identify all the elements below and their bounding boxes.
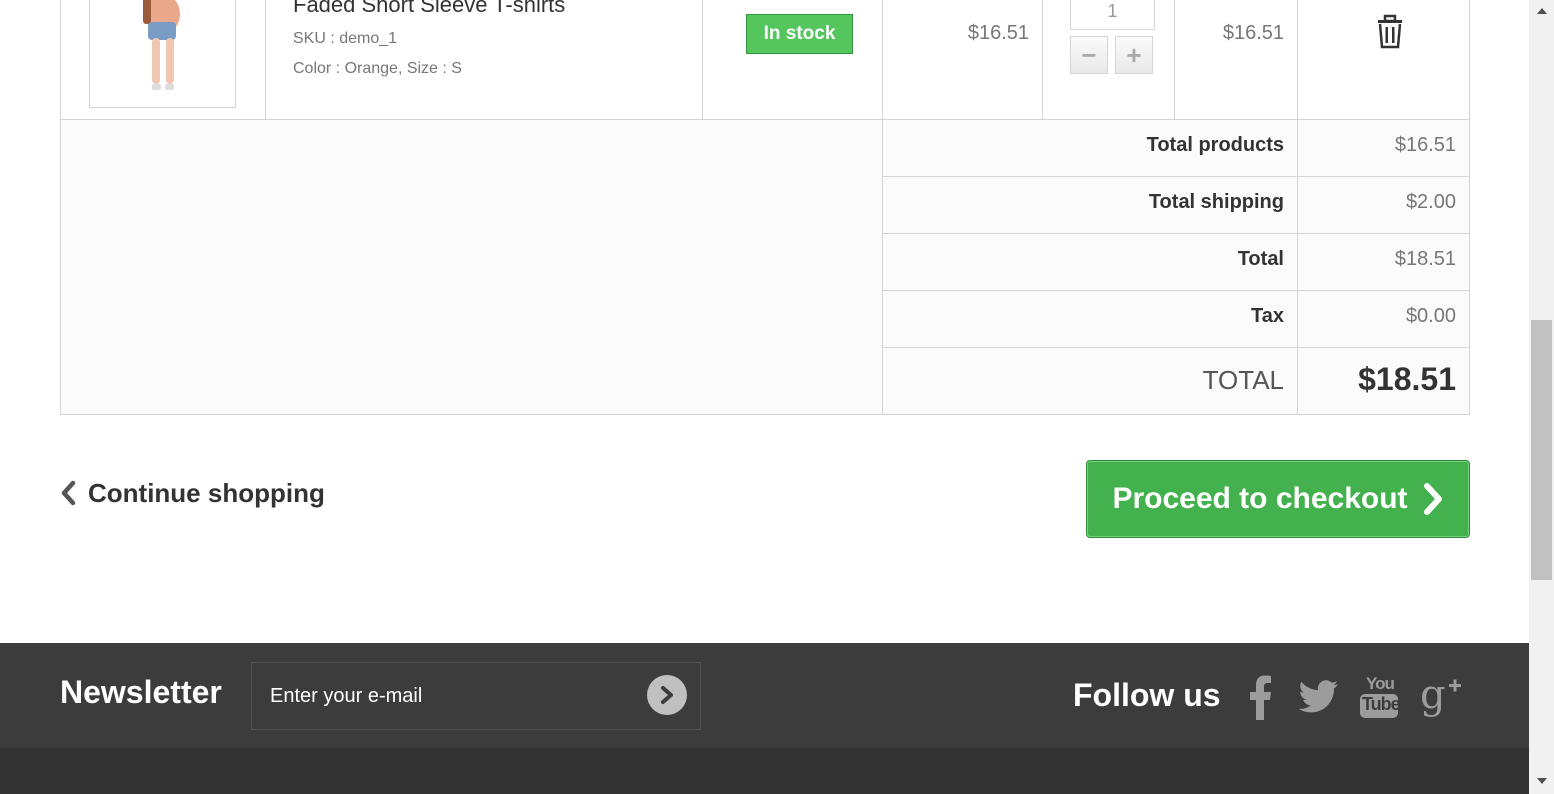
svg-text:g: g <box>1420 674 1446 718</box>
twitter-link[interactable] <box>1298 680 1339 714</box>
product-name[interactable]: Faded Short Sleeve T-shirts <box>293 0 565 18</box>
chevron-right-icon <box>1423 483 1442 515</box>
summary-value-total: $18.51 <box>1394 248 1456 270</box>
scroll-down-arrow-icon[interactable] <box>1537 778 1547 784</box>
status-badge: In stock <box>746 14 853 54</box>
footer-bottom <box>0 748 1529 794</box>
youtube-icon: You Tube <box>1360 674 1401 720</box>
checkout-label: Proceed to checkout <box>1112 482 1408 515</box>
twitter-icon <box>1298 680 1338 713</box>
chevron-left-icon <box>61 480 76 506</box>
summary-value-total-shipping: $2.00 <box>1405 191 1456 213</box>
facebook-link[interactable] <box>1246 674 1274 720</box>
grand-total-value: $18.51 <box>1358 361 1456 397</box>
quantity-increase-button[interactable]: + <box>1115 36 1153 74</box>
quantity-decrease-button[interactable]: − <box>1070 36 1108 74</box>
scroll-up-arrow-icon[interactable] <box>1537 8 1547 14</box>
newsletter-submit-button[interactable] <box>647 675 687 715</box>
youtube-link[interactable]: You Tube <box>1360 674 1401 720</box>
unit-price: $16.51 <box>967 22 1029 44</box>
summary-value-total-products: $16.51 <box>1394 134 1456 156</box>
summary-label-tax: Tax <box>1251 305 1284 327</box>
chevron-right-circle-icon <box>661 686 673 704</box>
grand-total-label: TOTAL <box>1202 365 1284 395</box>
follow-us-title: Follow us <box>1073 677 1221 713</box>
scrollbar-thumb[interactable] <box>1531 320 1552 580</box>
summary-label-total-products: Total products <box>1146 134 1284 156</box>
scrollbar[interactable] <box>1529 0 1554 794</box>
summary-label-total-shipping: Total shipping <box>1148 191 1284 213</box>
delete-item-button[interactable] <box>1374 14 1406 50</box>
google-plus-icon: g <box>1420 672 1461 718</box>
summary-value-tax: $0.00 <box>1405 305 1456 327</box>
product-image[interactable] <box>89 0 236 108</box>
newsletter-form: Enter your e-mail <box>251 662 701 730</box>
product-attributes: Color : Orange, Size : S <box>293 60 462 77</box>
newsletter-title: Newsletter <box>60 674 222 710</box>
summary-label-total: Total <box>1237 248 1284 270</box>
trash-icon <box>1378 14 1402 49</box>
google-plus-link[interactable]: g <box>1420 672 1462 720</box>
plus-icon: + <box>1126 39 1142 70</box>
line-total: $16.51 <box>1222 22 1284 44</box>
minus-icon: − <box>1081 39 1097 70</box>
facebook-icon <box>1250 675 1271 720</box>
newsletter-email-input[interactable]: Enter your e-mail <box>270 685 422 708</box>
quantity-input[interactable]: 1 <box>1070 0 1155 30</box>
product-sku: SKU : demo_1 <box>293 30 398 47</box>
continue-shopping-link[interactable]: Continue shopping <box>60 476 325 510</box>
proceed-to-checkout-button[interactable]: Proceed to checkout <box>1086 460 1470 538</box>
continue-shopping-label: Continue shopping <box>88 477 325 508</box>
